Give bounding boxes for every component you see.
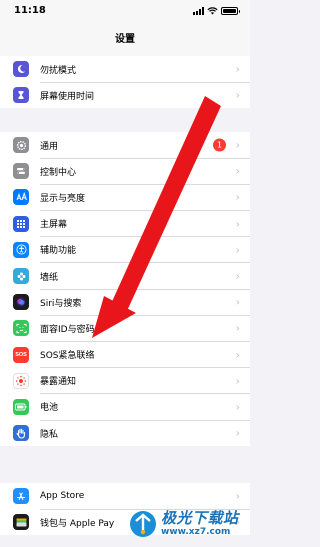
- wifi-icon: [206, 7, 218, 15]
- siri-icon: [13, 294, 29, 311]
- chevron-right-icon: ›: [235, 489, 240, 503]
- app-store-icon: [13, 488, 29, 505]
- navigation-bar: 设置: [0, 22, 250, 59]
- row-face-id-passcode[interactable]: 面容ID与密码 ›: [0, 315, 250, 342]
- row-accessibility[interactable]: 辅助功能 ›: [0, 237, 250, 263]
- status-icons: [192, 6, 240, 16]
- hourglass-icon: [13, 87, 29, 104]
- row-label: 主屏幕: [40, 220, 68, 231]
- gear-icon: [13, 137, 29, 154]
- chevron-right-icon: ›: [235, 269, 240, 283]
- row-label: 墙纸: [40, 272, 59, 283]
- row-label: 控制中心: [40, 167, 77, 178]
- download-site-logo-icon: [130, 511, 156, 537]
- status-time: 11:18: [14, 5, 46, 16]
- row-label: SOS紧急联络: [40, 351, 95, 362]
- watermark-name: 极光下载站: [161, 509, 239, 527]
- chevron-right-icon: ›: [235, 190, 240, 204]
- battery-status-icon: [220, 7, 238, 15]
- notification-badge: 1: [213, 138, 226, 152]
- chevron-right-icon: ›: [235, 321, 240, 335]
- chevron-right-icon: ›: [235, 374, 240, 388]
- chevron-right-icon: ›: [235, 62, 240, 76]
- row-siri-search[interactable]: Siri与搜索 ›: [0, 289, 250, 316]
- chevron-right-icon: ›: [235, 348, 240, 362]
- battery-icon: [13, 398, 29, 415]
- settings-group-general: 通用 1 › 控制中心 › 显示与亮度 › 主屏幕 › 辅助功能 › 墙纸 › …: [0, 132, 250, 447]
- row-screen-time[interactable]: 屏幕使用时间 ›: [0, 82, 250, 108]
- row-general[interactable]: 通用 1 ›: [0, 132, 250, 159]
- row-do-not-disturb[interactable]: 勿扰模式 ›: [0, 56, 250, 83]
- hand-icon: [13, 425, 29, 442]
- row-battery[interactable]: 电池 ›: [0, 394, 250, 421]
- moon-icon: [13, 61, 29, 78]
- settings-group-focus: 勿扰模式 › 屏幕使用时间 ›: [0, 56, 250, 109]
- row-home-screen[interactable]: 主屏幕 ›: [0, 211, 250, 237]
- row-label: App Store: [40, 491, 85, 502]
- row-label: 电池: [40, 403, 59, 414]
- row-display-brightness[interactable]: 显示与亮度 ›: [0, 184, 250, 211]
- chevron-right-icon: ›: [235, 138, 240, 152]
- row-label: 勿扰模式: [40, 65, 77, 76]
- row-label: 暴露通知: [40, 377, 77, 388]
- watermark-url: www.xz7.com: [161, 527, 231, 537]
- row-exposure-notifications[interactable]: 暴露通知 ›: [0, 368, 250, 394]
- row-privacy[interactable]: 隐私 ›: [0, 420, 250, 446]
- watermark: 极光下载站 www.xz7.com: [128, 504, 248, 544]
- chevron-right-icon: ›: [235, 164, 240, 178]
- chevron-right-icon: ›: [235, 400, 240, 414]
- grid-icon: [13, 215, 29, 232]
- chevron-right-icon: ›: [235, 217, 240, 231]
- chevron-right-icon: ›: [235, 426, 240, 440]
- chevron-right-icon: ›: [235, 295, 240, 309]
- cellular-signal-icon: [192, 7, 204, 15]
- face-id-icon: [13, 320, 29, 337]
- row-wallpaper[interactable]: 墙纸 ›: [0, 263, 250, 290]
- exposure-icon: [13, 372, 29, 389]
- toggles-icon: [13, 163, 29, 180]
- text-size-icon: [13, 189, 29, 206]
- row-label: 辅助功能: [40, 246, 77, 257]
- wallet-icon: [13, 514, 29, 531]
- page-title: 设置: [115, 34, 135, 45]
- flower-icon: [13, 268, 29, 285]
- sos-icon: SOS: [13, 346, 29, 363]
- row-emergency-sos[interactable]: SOS SOS紧急联络 ›: [0, 342, 250, 368]
- row-label: 屏幕使用时间: [40, 91, 95, 102]
- row-label: 显示与亮度: [40, 193, 86, 204]
- chevron-right-icon: ›: [235, 243, 240, 257]
- accessibility-icon: [13, 241, 29, 258]
- row-control-center[interactable]: 控制中心 ›: [0, 158, 250, 185]
- row-label: Siri与搜索: [40, 298, 82, 309]
- chevron-right-icon: ›: [235, 88, 240, 102]
- row-label: 隐私: [40, 429, 59, 440]
- row-label: 面容ID与密码: [40, 324, 95, 335]
- status-bar: 11:18: [0, 0, 250, 22]
